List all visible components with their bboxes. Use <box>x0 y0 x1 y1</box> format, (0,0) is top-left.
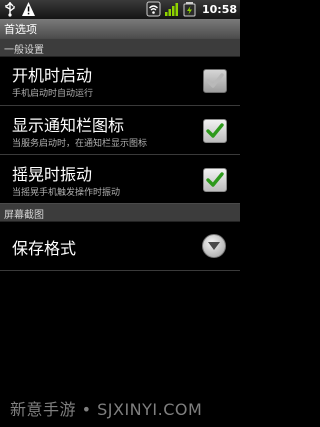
section-header-screenshot: 屏幕截图 <box>0 203 240 222</box>
section-header-general: 一般设置 <box>0 38 240 57</box>
usb-icon <box>3 1 18 17</box>
pref-show-notification-icon[interactable]: 显示通知栏图标 当服务启动时，在通知栏显示图标 <box>0 106 240 153</box>
pref-save-format[interactable]: 保存格式 <box>0 222 240 269</box>
chevron-down-icon <box>208 242 220 250</box>
show-notification-icon-checkbox[interactable] <box>203 119 227 143</box>
divider <box>0 270 240 271</box>
signal-icon <box>164 1 179 17</box>
title-bar: 首选项 <box>0 19 240 39</box>
pref-summary: 手机启动时自动运行 <box>12 89 94 99</box>
check-mark-icon <box>206 123 224 138</box>
pref-title: 开机时启动 <box>12 66 93 85</box>
status-clock: 10:58 <box>201 2 237 16</box>
pref-title: 显示通知栏图标 <box>12 116 125 135</box>
wifi-icon <box>146 1 161 17</box>
check-mark-icon <box>206 73 224 88</box>
pref-start-on-boot[interactable]: 开机时启动 手机启动时自动运行 <box>0 56 240 103</box>
pref-title: 摇晃时振动 <box>12 165 93 184</box>
status-bar: 10:58 <box>0 0 240 19</box>
vibrate-on-shake-checkbox[interactable] <box>203 168 227 192</box>
pref-summary: 当服务启动时，在通知栏显示图标 <box>12 139 148 149</box>
page-title: 首选项 <box>4 23 37 36</box>
section-header-label: 一般设置 <box>4 45 44 56</box>
section-header-label: 屏幕截图 <box>4 210 44 221</box>
start-on-boot-checkbox[interactable] <box>203 69 227 93</box>
pref-vibrate-on-shake[interactable]: 摇晃时振动 当摇晃手机触发操作时振动 <box>0 155 240 202</box>
save-format-dropdown[interactable] <box>202 234 226 258</box>
warning-icon <box>21 1 36 17</box>
pref-title: 保存格式 <box>12 239 77 258</box>
battery-icon <box>182 1 197 17</box>
check-mark-icon <box>206 172 224 187</box>
watermark: 新意手游 • SJXINYI.COM <box>10 400 203 419</box>
pref-summary: 当摇晃手机触发操作时振动 <box>12 188 121 198</box>
